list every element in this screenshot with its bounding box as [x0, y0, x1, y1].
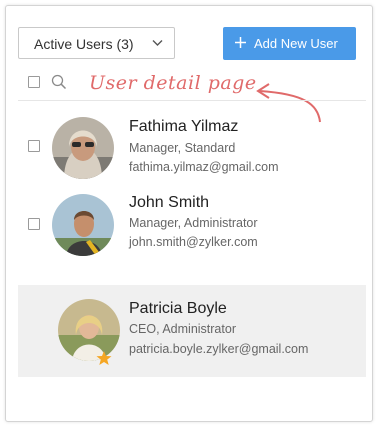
user-role: Manager, Standard	[129, 141, 236, 155]
user-email: patricia.boyle.zylker@gmail.com	[129, 342, 309, 356]
add-new-user-button[interactable]: Add New User	[223, 27, 356, 60]
select-all-checkbox[interactable]	[28, 76, 40, 88]
row-checkbox[interactable]	[28, 218, 40, 230]
user-email: john.smith@zylker.com	[129, 235, 258, 249]
chevron-down-icon	[152, 40, 163, 46]
user-role: Manager, Administrator	[129, 216, 258, 230]
header-divider	[18, 100, 366, 101]
user-row-selected[interactable]: Patricia Boyle CEO, Administrator patric…	[18, 285, 366, 377]
user-filter-dropdown[interactable]: Active Users (3)	[18, 27, 175, 59]
user-role: CEO, Administrator	[129, 322, 236, 336]
avatar	[52, 117, 114, 179]
user-name[interactable]: Fathima Yilmaz	[129, 118, 238, 136]
annotation-label: User detail page	[89, 72, 257, 94]
row-checkbox[interactable]	[28, 140, 40, 152]
user-email: fathima.yilmaz@gmail.com	[129, 160, 279, 174]
user-filter-label: Active Users (3)	[34, 36, 134, 52]
user-row[interactable]: John Smith Manager, Administrator john.s…	[18, 184, 366, 274]
plus-icon	[235, 37, 246, 48]
user-row[interactable]: Fathima Yilmaz Manager, Standard fathima…	[18, 102, 366, 192]
user-name[interactable]: Patricia Boyle	[129, 300, 227, 318]
avatar	[52, 194, 114, 256]
search-icon[interactable]	[51, 74, 67, 90]
star-icon	[96, 351, 112, 365]
user-name[interactable]: John Smith	[129, 194, 209, 212]
add-new-user-label: Add New User	[254, 36, 338, 51]
